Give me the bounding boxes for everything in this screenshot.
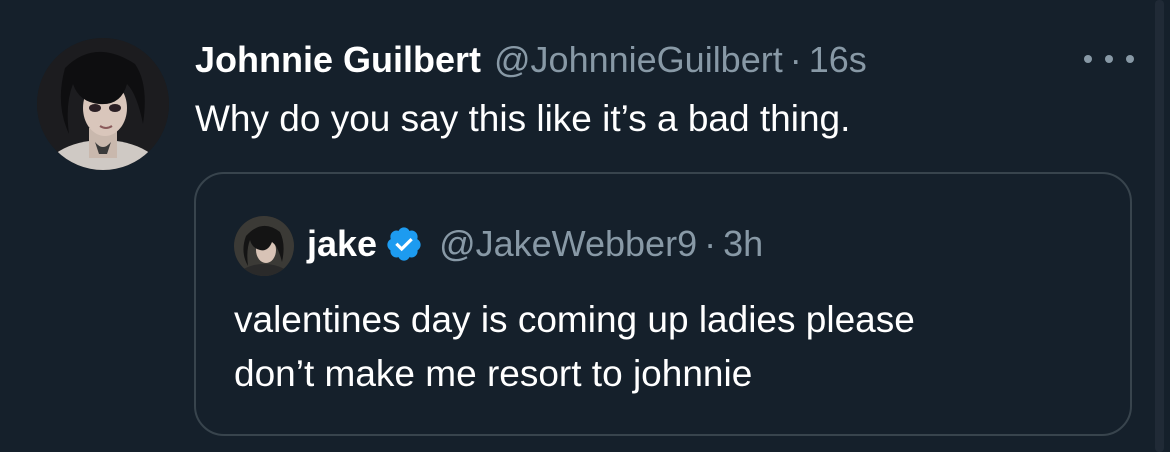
separator-dot: · [789,39,802,80]
user-avatar-icon [37,38,169,170]
more-horizontal-icon [1126,55,1134,63]
quoted-author-avatar[interactable] [234,216,294,276]
quoted-tweet-text-line: don’t make me resort to johnnie [234,353,753,394]
author-avatar[interactable] [37,38,169,170]
quoted-tweet[interactable]: jake @JakeWebber9 · 3h valentines day is… [194,172,1132,436]
quoted-author-handle[interactable]: @JakeWebber9 [439,223,697,265]
author-handle[interactable]: @JohnnieGuilbert [494,34,783,86]
quoted-author-display-name[interactable]: jake [307,223,377,265]
verified-badge-icon [387,227,421,261]
quoted-tweet-header: jake @JakeWebber9 · 3h [307,219,763,269]
user-avatar-icon [234,216,294,276]
separator-dot: · [704,223,717,264]
quoted-tweet-text-line: valentines day is coming up ladies pleas… [234,299,915,340]
quoted-tweet-text: valentines day is coming up ladies pleas… [234,293,1114,401]
tweet[interactable]: Johnnie Guilbert @JohnnieGuilbert · 16s … [0,0,1170,452]
quoted-tweet-timestamp[interactable]: 3h [723,223,763,265]
scrollbar[interactable] [1155,0,1164,452]
more-horizontal-icon [1084,55,1092,63]
more-horizontal-icon [1105,55,1113,63]
more-options-button[interactable] [1084,44,1134,74]
tweet-text: Why do you say this like it’s a bad thin… [195,98,851,139]
tweet-header: Johnnie Guilbert @JohnnieGuilbert · 16s [195,34,867,86]
author-display-name[interactable]: Johnnie Guilbert [195,34,481,86]
tweet-timestamp[interactable]: 16s [809,34,867,86]
